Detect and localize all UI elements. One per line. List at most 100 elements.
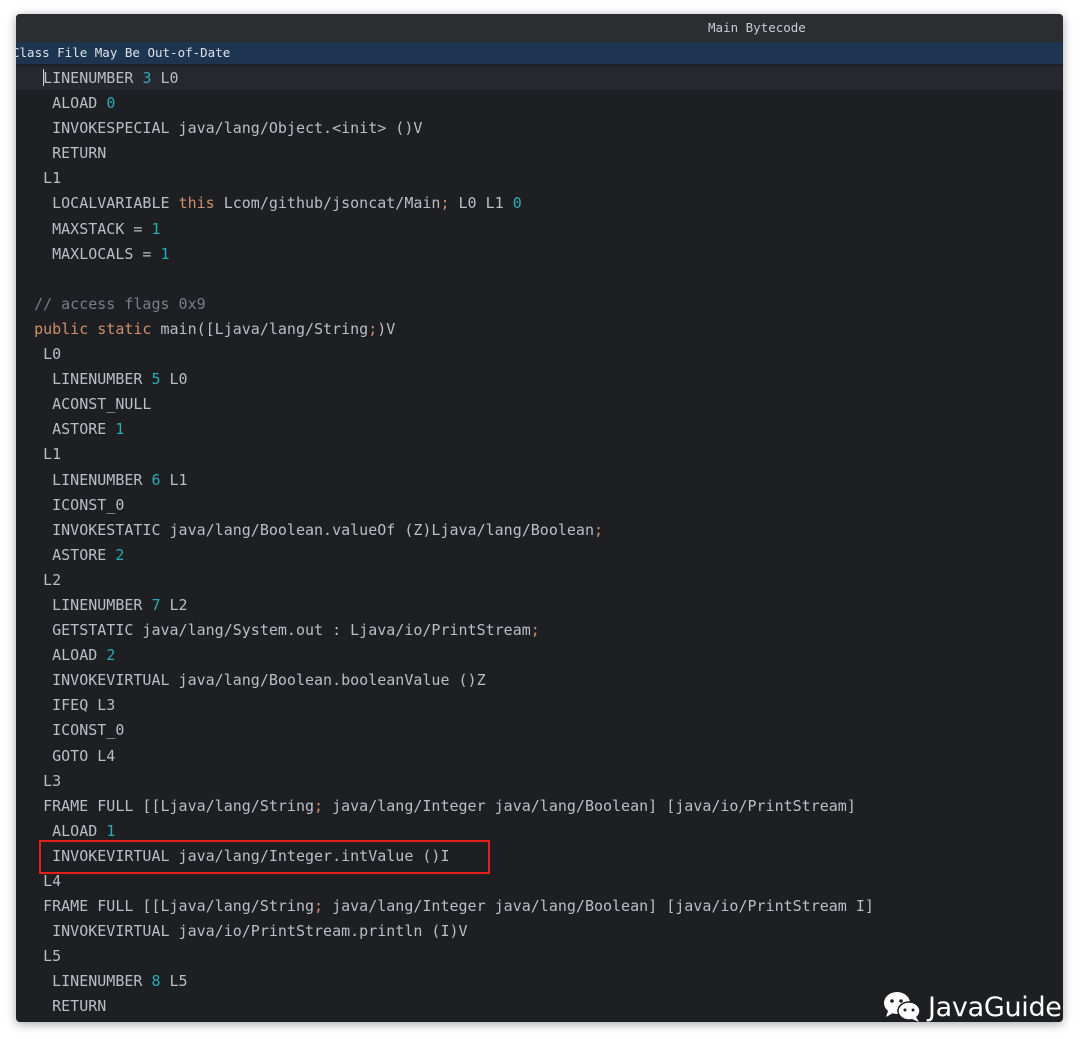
code-token: 8 [151,972,161,991]
code-editor[interactable]: LINENUMBER 3 L0 ALOAD 0 INVOKESPECIAL ja… [16,66,1063,1022]
code-token: L0 [160,370,188,389]
code-token: L1 [16,169,62,188]
code-line: LINENUMBER 3 L0 [16,66,874,91]
code-token: L2 [16,570,62,589]
code-token: LINENUMBER [16,470,152,489]
code-token: 0 [106,94,116,113]
code-line: RETURN [16,994,874,1019]
code-line: ASTORE 2 [16,543,874,568]
code-token: IFEQ L3 [16,696,116,715]
banner-text: Class File May Be Out-of-Date [16,45,231,60]
code-line: FRAME FULL [[Ljava/lang/String; java/lan… [16,794,874,819]
code-line: LINENUMBER 8 L5 [16,969,874,994]
code-line: LOCALVARIABLE this Lcom/github/jsoncat/M… [16,191,874,216]
code-line: MAXLOCALS = 1 [16,242,874,267]
code-line: ALOAD 0 [16,91,874,116]
bytecode-listing: LINENUMBER 3 L0 ALOAD 0 INVOKESPECIAL ja… [16,66,874,1020]
code-line: GETSTATIC java/lang/System.out : Ljava/i… [16,618,874,643]
code-token: L5 [16,947,62,966]
code-token: FRAME FULL [[Ljava/lang/String [16,796,315,815]
code-line: ASTORE 1 [16,417,874,442]
code-token: L0 L1 [449,194,513,213]
code-line: L5 [16,944,874,969]
code-token: L4 [16,872,62,890]
code-token: ASTORE [16,545,116,564]
code-token: L5 [160,972,188,991]
code-line: INVOKEVIRTUAL java/lang/Boolean.booleanV… [16,668,874,693]
code-line: L1 [16,442,874,467]
wechat-icon [884,992,921,1022]
code-token: java/lang/Integer java/lang/Boolean] [ja… [323,796,856,815]
code-token: LOCALVARIABLE [16,194,179,213]
code-token: LINENUMBER [16,972,152,991]
code-line: LINENUMBER 7 L2 [16,593,874,618]
code-token: MAXLOCALS = [16,244,161,263]
code-token: LINENUMBER [16,370,152,389]
code-token: FRAME FULL [[Ljava/lang/String [16,897,315,916]
code-line: GOTO L4 [16,744,874,769]
code-line: L0 [16,342,874,367]
code-token: INVOKESPECIAL java/lang/Object.<init> ()… [16,119,423,138]
code-token: GOTO L4 [16,746,116,765]
code-line: L1 [16,166,874,191]
code-token: L2 [160,595,188,614]
title-bar: Main Bytecode [16,14,1063,42]
code-token: public static [34,319,152,338]
code-token: ALOAD [16,821,107,840]
code-token: Lcom/github/jsoncat/Main [214,194,441,213]
watermark-text: JavaGuide [928,991,1062,1023]
code-line: ICONST_0 [16,718,874,743]
code-token: 0 [512,194,522,213]
code-line: FRAME FULL [[Ljava/lang/String; java/lan… [16,894,874,919]
code-token: ; [530,621,540,640]
code-token: RETURN [16,997,107,1016]
code-token: ACONST_NULL [16,395,152,414]
code-line: ICONST_0 [16,493,874,518]
code-line: // access flags 0x9 [16,292,874,317]
code-token: 1 [115,420,125,439]
code-token: // access flags 0x9 [16,294,206,313]
code-line: INVOKEVIRTUAL java/io/PrintStream.printl… [16,919,874,944]
code-token: LINENUMBER [16,595,152,614]
code-token: ASTORE [16,420,116,439]
code-token: 6 [151,470,161,489]
code-line: L3 [16,769,874,794]
code-token: 1 [160,244,170,263]
code-token: 1 [106,821,116,840]
code-token: INVOKEVIRTUAL java/lang/Boolean.booleanV… [16,671,486,690]
out-of-date-banner: Class File May Be Out-of-Date [16,42,1063,64]
code-token: ICONST_0 [16,721,125,740]
code-line: ALOAD 2 [16,643,874,668]
code-token: ; [593,520,603,539]
code-token: 2 [115,545,125,564]
window-title: Main Bytecode [708,20,806,35]
code-token: this [178,194,215,213]
code-token: INVOKEVIRTUAL java/io/PrintStream.printl… [16,922,468,941]
code-token: ALOAD [16,646,107,665]
code-line: MAXSTACK = 1 [16,217,874,242]
code-line: RETURN [16,141,874,166]
highlight-box [39,840,490,874]
code-token: ; [440,194,450,213]
code-token: ICONST_0 [16,495,125,514]
code-token: GETSTATIC java/lang/System.out : Ljava/i… [16,621,531,640]
code-line: LINENUMBER 6 L1 [16,468,874,493]
watermark: JavaGuide [882,989,1062,1022]
code-token: RETURN [16,144,107,163]
code-token: ; [368,319,378,338]
code-token: INVOKESTATIC java/lang/Boolean.valueOf (… [16,520,594,539]
bytecode-window: Main Bytecode Class File May Be Out-of-D… [16,14,1063,1022]
code-token: 2 [106,646,116,665]
code-line: INVOKESPECIAL java/lang/Object.<init> ()… [16,116,874,141]
code-token: 5 [151,370,161,389]
code-token: LINENUMBER [43,69,143,87]
code-token: L3 [16,771,62,790]
code-token: main([Ljava/lang/String [151,319,369,338]
code-token: L0 [151,69,179,87]
code-token: 1 [151,219,161,238]
code-token: L1 [160,470,188,489]
code-token: ; [314,897,324,916]
